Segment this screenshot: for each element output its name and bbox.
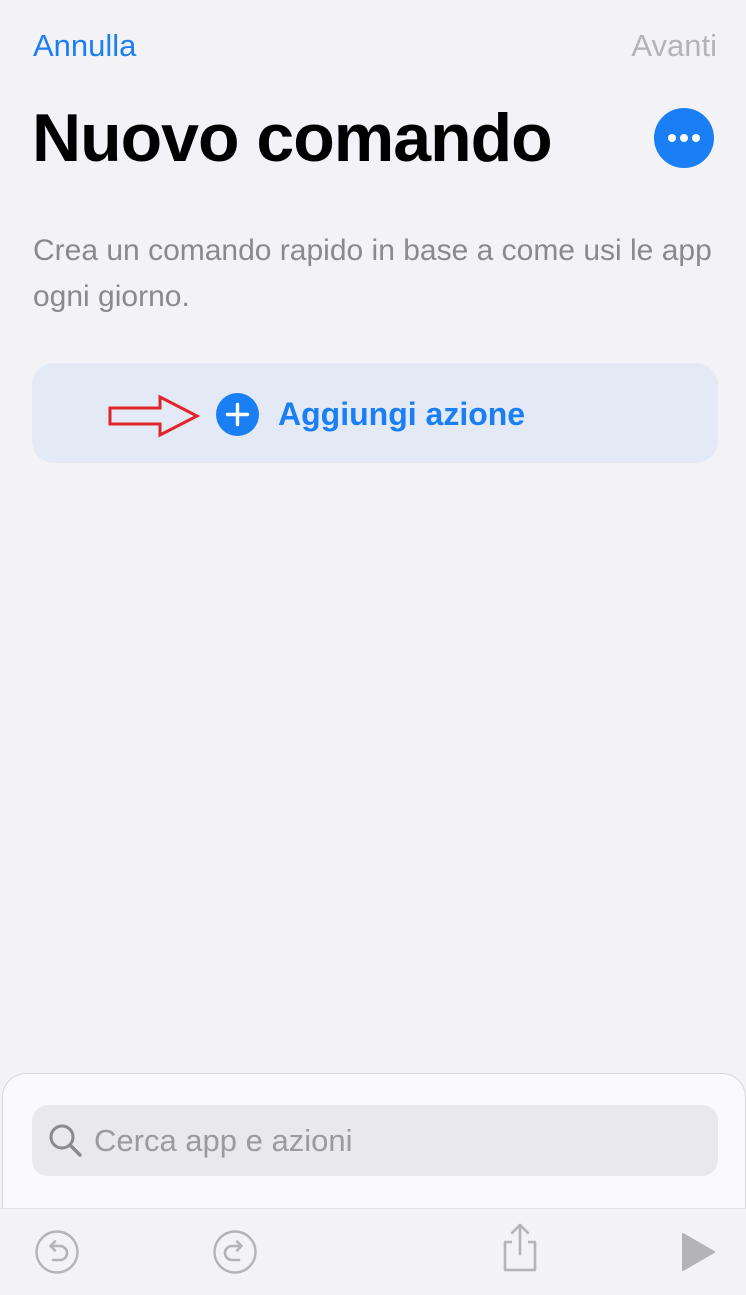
share-icon [503, 1223, 537, 1272]
play-icon [682, 1233, 715, 1271]
shortcut-description: Crea un comando rapido in base a come us… [33, 234, 712, 313]
next-button[interactable]: Avanti [631, 26, 717, 66]
run-button[interactable] [673, 1228, 721, 1276]
undo-button[interactable] [33, 1228, 81, 1276]
ellipsis-icon [668, 134, 700, 142]
redo-icon [213, 1230, 257, 1274]
undo-icon [35, 1230, 79, 1274]
bottom-toolbar [0, 1208, 746, 1295]
more-options-button[interactable] [654, 108, 714, 168]
add-action-label[interactable]: Aggiungi azione [278, 393, 525, 435]
search-field[interactable] [32, 1105, 718, 1176]
red-arrow-icon [108, 394, 200, 438]
magnifier-icon [49, 1124, 82, 1157]
search-input[interactable] [86, 1121, 718, 1160]
plus-circle-icon[interactable] [216, 393, 259, 436]
share-button[interactable] [496, 1223, 544, 1272]
cancel-button[interactable]: Annulla [33, 26, 136, 66]
redo-button[interactable] [211, 1228, 259, 1276]
page-title: Nuovo comando [32, 100, 553, 176]
